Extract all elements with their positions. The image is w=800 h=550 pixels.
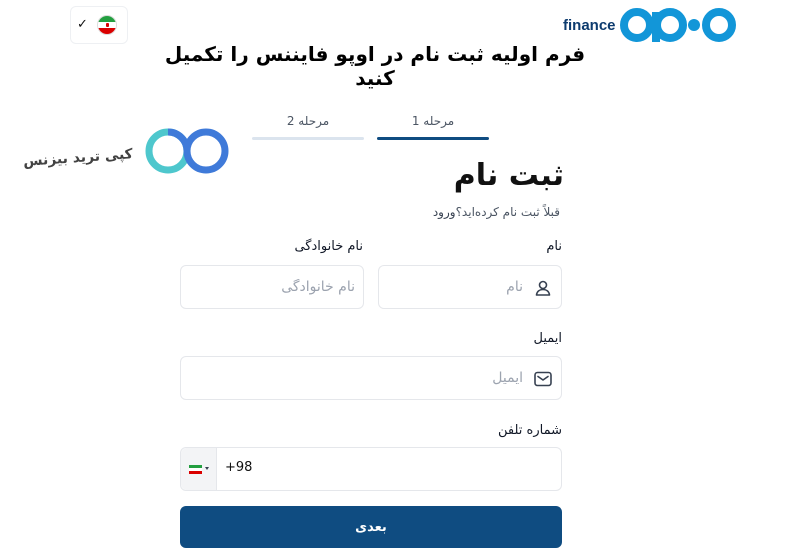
login-prompt: قبلاً ثبت نام کرده‌اید؟ورود [433,205,560,219]
step-1-tab[interactable]: مرحله 1 [377,110,489,140]
login-link[interactable]: ورود [433,205,456,219]
next-button[interactable]: بعدی [180,506,562,548]
overlay-title: فرم اولیه ثبت نام در اوپو فایننس را تکمی… [164,42,586,90]
first-name-label: نام [546,239,562,254]
iran-flag-icon [189,465,202,474]
check-icon: ✓ [77,17,88,32]
watermark-text: کپی ترید بیزنس [22,146,134,170]
watermark: کپی ترید بیزنس [14,120,229,190]
last-name-field [180,265,364,309]
last-name-input[interactable] [189,266,355,308]
email-field [180,356,562,400]
iran-flag-icon [97,15,117,35]
email-label: ایمیل [533,331,562,346]
mail-icon [534,371,552,387]
last-name-label: نام خانوادگی [294,239,363,254]
first-name-field [378,265,562,309]
step-2-bar [252,137,364,140]
already-registered-text: قبلاً ثبت نام کرده‌اید؟ [455,205,560,219]
infinity-logo-icon [145,128,229,174]
language-selector[interactable]: ✓ [70,6,128,44]
opo-logo-icon [619,8,736,42]
user-icon [535,280,551,296]
country-selector[interactable] [181,448,217,490]
step-2-tab[interactable]: مرحله 2 [252,110,364,140]
email-input[interactable] [189,357,523,399]
first-name-input[interactable] [387,266,523,308]
phone-field: +98 [180,447,562,491]
brand-text: finance [563,16,616,34]
phone-input[interactable] [263,448,553,490]
page-title: ثبت نام [453,158,564,193]
phone-label: شماره تلفن [498,423,562,438]
step-2-label: مرحله 2 [286,114,330,128]
country-code: +98 [225,460,253,475]
step-1-label: مرحله 1 [411,114,455,128]
step-1-bar [377,137,489,140]
stepper: مرحله 2 مرحله 1 [252,110,492,140]
chevron-down-icon [205,467,209,470]
brand-logo[interactable]: finance [563,8,746,42]
